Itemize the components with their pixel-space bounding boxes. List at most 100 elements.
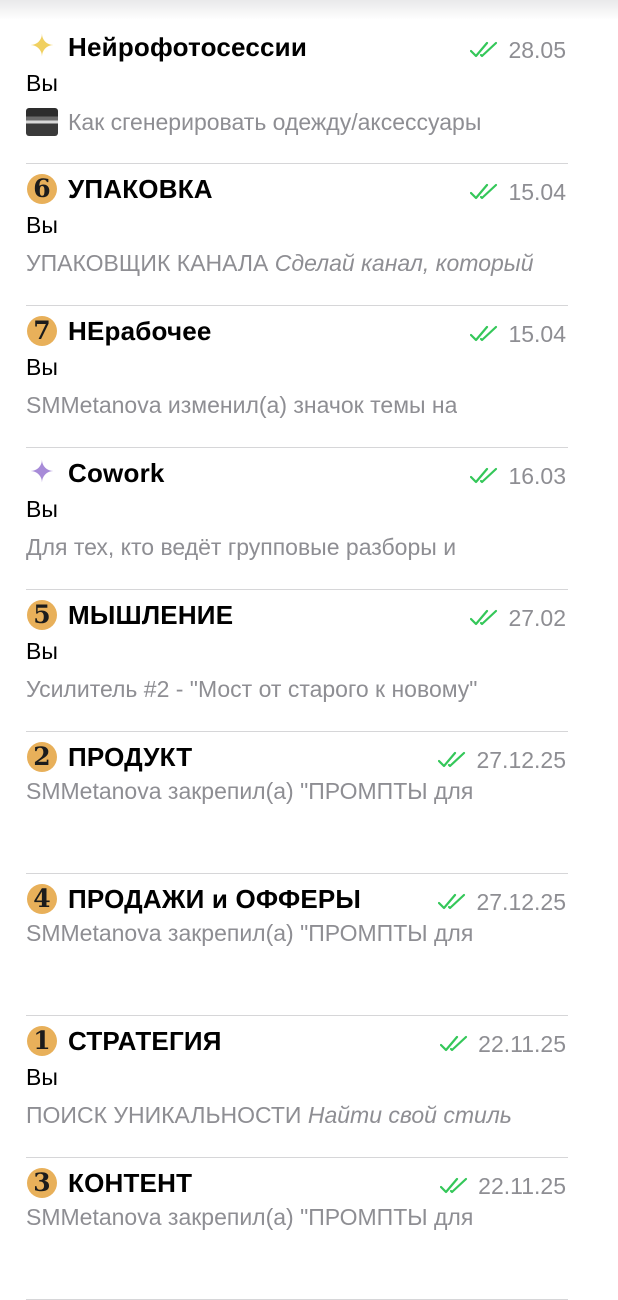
number-badge: 3 [27,1168,57,1198]
chat-sender: Вы [26,496,58,522]
preview-text-wrap: Усилитель #2 - "Мост от старого к новому… [26,676,477,703]
chat-title: Cowork [68,457,165,488]
number-badge: 1 [27,1026,57,1056]
number-badge: 2 [27,742,57,772]
chat-meta: 27.12.25 [438,888,566,916]
chat-sender: Вы [26,70,58,96]
number-badge: 6 [27,174,57,204]
chat-date: 28.05 [508,36,566,63]
chat-preview: SMMetanova изменил(а) значок темы на [26,392,571,419]
preview-text-wrap: SMMetanova закрепил(а) "ПРОМПТЫ для [26,920,473,947]
chat-meta: 16.03 [470,462,566,490]
chat-title-line: ✦ Нейрофотосессии [26,30,307,64]
chat-preview: SMMetanova закрепил(а) "ПРОМПТЫ для [26,1204,571,1231]
preview-text: УПАКОВЩИК КАНАЛА [26,250,275,276]
chat-meta: 22.11.25 [440,1172,566,1200]
preview-thumbnail [26,108,58,136]
chat-date: 22.11.25 [478,1172,566,1199]
double-check-icon [440,1035,468,1052]
preview-text: Для тех, кто ведёт групповые разборы и [26,534,457,560]
preview-text: ПОИСК УНИКАЛЬНОСТИ [26,1102,308,1128]
preview-text-wrap: ПОИСК УНИКАЛЬНОСТИ Найти свой стиль [26,1102,512,1129]
chat-preview: ПОИСК УНИКАЛЬНОСТИ Найти свой стиль [26,1102,571,1129]
number-2-icon: 2 [26,741,58,773]
chat-preview: УПАКОВЩИК КАНАЛА Сделай канал, который [26,250,571,277]
chat-row[interactable]: 7 НЕрабочее 15.04 Вы SMMetanova изменил(а) з… [0,306,618,448]
chat-date: 15.04 [508,178,566,205]
chat-title-line: 1 СТРАТЕГИЯ [26,1024,222,1058]
chat-sender: Вы [26,1064,58,1090]
chat-title-line: 2 ПРОДУКТ [26,740,192,774]
chat-sender: Вы [26,212,58,238]
chat-preview: Для тех, кто ведёт групповые разборы и [26,534,571,561]
chat-date: 27.12.25 [476,746,566,773]
purple-sparkle-icon: ✦ [26,457,58,489]
chat-row[interactable]: ✦ Нейрофотосессии 28.05 Вы Как сгенерировать… [0,22,618,164]
preview-italic-text: Сделай канал, который [274,250,534,276]
chat-title-line: 4 ПРОДАЖИ и ОФФЕРЫ [26,882,361,916]
number-badge: 5 [27,600,57,630]
double-check-icon [438,893,466,910]
preview-text-wrap: Как сгенерировать одежду/аксессуары [68,109,481,136]
number-7-icon: 7 [26,315,58,347]
chat-meta: 22.11.25 [440,1030,566,1058]
preview-text: SMMetanova закрепил(а) "ПРОМПТЫ для [26,920,474,946]
chat-date: 15.04 [508,320,566,347]
chat-date: 16.03 [508,462,566,489]
preview-text-wrap: SMMetanova изменил(а) значок темы на [26,392,457,419]
chat-title: ПРОДАЖИ и ОФФЕРЫ [68,883,362,914]
chat-row[interactable]: 6 УПАКОВКА 15.04 Вы УПАКОВЩИК КАНАЛА Сделай … [0,164,618,306]
chat-meta: 27.02 [470,604,566,632]
chat-title-line: 7 НЕрабочее [26,314,212,348]
double-check-icon [470,183,498,200]
chat-meta: 28.05 [470,36,566,64]
chat-meta: 15.04 [470,178,566,206]
sparkles-icon: ✦ [26,31,58,63]
chat-row[interactable]: 2 ПРОДУКТ 27.12.25 SMMetanova закрепил(а) "… [0,732,618,874]
chat-title: СТРАТЕГИЯ [68,1025,222,1056]
chat-row[interactable]: 4 ПРОДАЖИ и ОФФЕРЫ 27.12.25 SMMetanova закр… [0,874,618,1016]
preview-text: SMMetanova изменил(а) значок темы на [26,392,458,418]
chat-title: МЫШЛЕНИЕ [68,599,234,630]
preview-text: SMMetanova закрепил(а) "ПРОМПТЫ для [26,778,474,804]
chat-meta: 27.12.25 [438,746,566,774]
chat-row[interactable]: 3 КОНТЕНТ 22.11.25 SMMetanova закрепил(а) "… [0,1158,618,1300]
chat-row[interactable]: 5 МЫШЛЕНИЕ 27.02 Вы Усилитель #2 - "Мост от … [0,590,618,732]
chat-row[interactable]: ✦ Cowork 16.03 Вы Для тех, кто ведёт группов… [0,448,618,590]
number-6-icon: 6 [26,173,58,205]
number-3-icon: 3 [26,1167,58,1199]
chat-date: 27.02 [508,604,566,631]
chat-preview: SMMetanova закрепил(а) "ПРОМПТЫ для [26,920,571,947]
double-check-icon [470,325,498,342]
chat-sender: Вы [26,354,58,380]
chat-title: НЕрабочее [68,315,212,346]
preview-text: Усилитель #2 - "Мост от старого к новому… [26,676,478,702]
chat-preview: Как сгенерировать одежду/аксессуары [26,108,571,136]
chat-preview: Усилитель #2 - "Мост от старого к новому… [26,676,571,703]
chat-date: 22.11.25 [478,1030,566,1057]
preview-text-wrap: SMMetanova закрепил(а) "ПРОМПТЫ для [26,778,473,805]
number-badge: 4 [27,884,57,914]
double-check-icon [438,751,466,768]
preview-italic-text: Найти свой стиль [307,1102,512,1128]
number-1-icon: 1 [26,1025,58,1057]
double-check-icon [440,1177,468,1194]
chat-date: 27.12.25 [476,888,566,915]
chat-title: УПАКОВКА [68,173,213,204]
double-check-icon [470,609,498,626]
chat-title-line: 6 УПАКОВКА [26,172,213,206]
chat-title: Нейрофотосессии [68,31,308,62]
preview-text-wrap: Для тех, кто ведёт групповые разборы и [26,534,456,561]
sparkle-glyph: ✦ [29,455,55,490]
number-badge: 7 [27,316,57,346]
chat-row[interactable]: 1 СТРАТЕГИЯ 22.11.25 Вы ПОИСК УНИКАЛЬНОСТИ Н… [0,1016,618,1158]
chat-title: ПРОДУКТ [68,741,193,772]
preview-text: SMMetanova закрепил(а) "ПРОМПТЫ для [26,1204,474,1230]
chat-title-line: ✦ Cowork [26,456,165,490]
top-fade [0,0,618,20]
double-check-icon [470,41,498,58]
sparkle-glyph: ✦ [29,29,55,64]
chat-sender: Вы [26,638,58,664]
chat-preview: SMMetanova закрепил(а) "ПРОМПТЫ для [26,778,571,805]
preview-text: Как сгенерировать одежду/аксессуары [68,108,482,135]
